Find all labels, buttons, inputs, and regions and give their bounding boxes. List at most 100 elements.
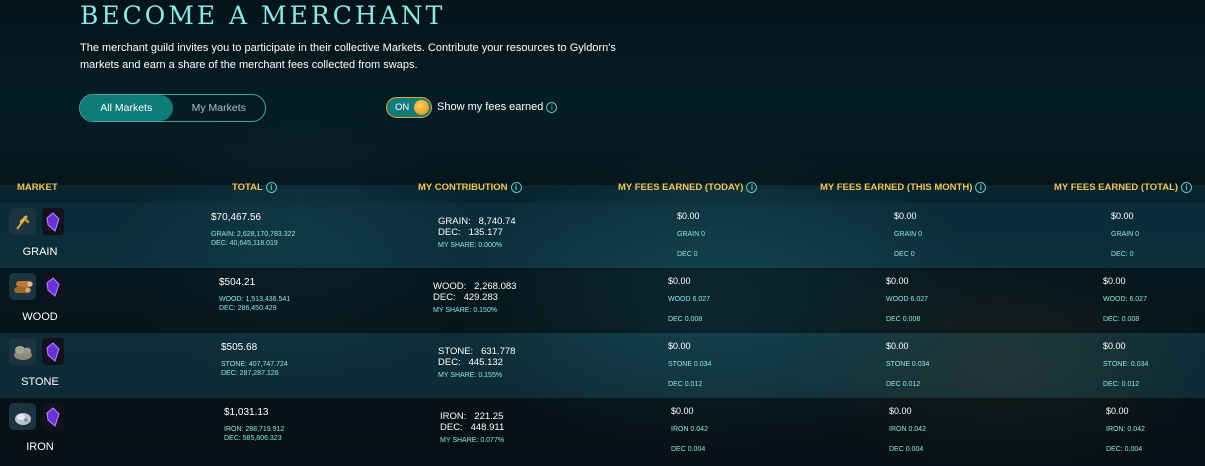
fee-usd: $0.00 bbox=[671, 406, 694, 416]
contrib-dec: DEC: 445.132 bbox=[438, 357, 503, 368]
grain-icon bbox=[9, 208, 36, 235]
header-fees-month: MY FEES EARNED (THIS MONTH) i bbox=[820, 182, 987, 193]
fees-today-cell: $0.00 STONE 0.034 DEC 0.012 bbox=[668, 341, 711, 388]
total-resource: GRAIN: 2,628,170,783.322 bbox=[211, 231, 296, 238]
fee-dec: DEC: 0 bbox=[1111, 251, 1134, 258]
total-resource: IRON: 288,719.912 bbox=[224, 426, 285, 433]
fee-resource: IRON 0.042 bbox=[889, 426, 926, 433]
market-name: STONE bbox=[21, 376, 59, 388]
my-share: MY SHARE: 0.155% bbox=[438, 372, 503, 379]
fee-resource: WOOD 6.027 bbox=[886, 296, 929, 303]
info-icon[interactable]: i bbox=[510, 182, 522, 193]
fee-usd: $0.00 bbox=[886, 341, 909, 351]
total-dec: DEC: 585,806.323 bbox=[224, 435, 282, 442]
fee-dec: DEC 0.012 bbox=[886, 381, 921, 388]
fee-resource: GRAIN 0 bbox=[677, 231, 706, 238]
my-share: MY SHARE: 0.150% bbox=[433, 307, 498, 314]
fees-today-cell: $0.00 GRAIN 0 DEC 0 bbox=[677, 211, 705, 258]
my-share: MY SHARE: 0.077% bbox=[440, 437, 505, 444]
market-filter-toggle: All Markets My Markets bbox=[79, 94, 266, 122]
fee-resource: STONE 0.034 bbox=[668, 361, 712, 368]
stone-icon bbox=[9, 338, 36, 365]
contrib-dec: DEC: 135.177 bbox=[438, 227, 503, 238]
iron-icon bbox=[9, 403, 36, 430]
header-fees-total: MY FEES EARNED (TOTAL) i bbox=[1054, 182, 1193, 193]
contrib-dec: DEC: 429.283 bbox=[433, 292, 498, 303]
intro-text: The merchant guild invites you to partic… bbox=[80, 42, 616, 71]
fees-total-cell: $0.00 WOOD: 6.027 DEC: 0.008 bbox=[1103, 276, 1147, 323]
fee-usd: $0.00 bbox=[668, 341, 691, 351]
market-name: WOOD bbox=[22, 311, 58, 323]
fees-total-cell: $0.00 STONE: 0.034 DEC: 0.012 bbox=[1103, 341, 1148, 388]
total-dec: DEC: 40,645,118.019 bbox=[211, 240, 278, 247]
fee-usd: $0.00 bbox=[894, 211, 917, 221]
total-dec: DEC: 286,450.429 bbox=[219, 305, 277, 312]
fee-usd: $0.00 bbox=[886, 276, 909, 286]
fee-usd: $0.00 bbox=[1103, 341, 1126, 351]
table-row[interactable]: WOOD $504.21 WOOD: 1,513,436.541 DEC: 28… bbox=[0, 268, 1205, 333]
all-markets-tab[interactable]: All Markets bbox=[80, 95, 173, 121]
total-resource: WOOD: 1,513,436.541 bbox=[219, 296, 291, 303]
contrib-resource: WOOD: 2,268.083 bbox=[433, 281, 517, 292]
fee-dec: DEC: 0.004 bbox=[1106, 446, 1143, 453]
fee-usd: $0.00 bbox=[1106, 406, 1129, 416]
fee-resource: WOOD 6.027 bbox=[668, 296, 711, 303]
fee-resource: STONE 0.034 bbox=[886, 361, 930, 368]
fee-resource: STONE: 0.034 bbox=[1103, 361, 1149, 368]
fee-dec: DEC 0.004 bbox=[889, 446, 924, 453]
fee-usd: $0.00 bbox=[1111, 211, 1134, 221]
show-fees-label: Show my fees earned i bbox=[437, 101, 558, 113]
table-row[interactable]: IRON $1,031.13 IRON: 288,719.912 DEC: 58… bbox=[0, 398, 1205, 466]
fee-dec: DEC: 0.012 bbox=[1103, 381, 1140, 388]
dec-crystal-icon bbox=[42, 208, 64, 235]
total-usd: $505.68 bbox=[221, 342, 258, 353]
switch-knob bbox=[414, 100, 429, 115]
table-row[interactable]: STONE $505.68 STONE: 407,747.724 DEC: 28… bbox=[0, 333, 1205, 398]
info-icon[interactable]: i bbox=[1181, 182, 1193, 193]
total-usd: $70,467.56 bbox=[211, 212, 262, 223]
fee-dec: DEC 0 bbox=[894, 251, 915, 258]
market-name: IRON bbox=[26, 441, 54, 453]
fees-month-cell: $0.00 GRAIN 0 DEC 0 bbox=[894, 211, 922, 258]
fee-resource: GRAIN 0 bbox=[894, 231, 923, 238]
dec-crystal-icon bbox=[42, 338, 64, 365]
header-market: MARKET bbox=[17, 182, 58, 193]
fee-dec: DEC: 0.008 bbox=[1103, 316, 1140, 323]
fee-resource: WOOD: 6.027 bbox=[1103, 296, 1147, 303]
info-icon[interactable]: i bbox=[975, 182, 987, 193]
page-title: BECOME A MERCHANT bbox=[80, 1, 446, 30]
contrib-resource: GRAIN: 8,740.74 bbox=[438, 216, 516, 227]
fee-usd: $0.00 bbox=[1103, 276, 1126, 286]
fee-usd: $0.00 bbox=[668, 276, 691, 286]
total-usd: $504.21 bbox=[219, 277, 256, 288]
show-fees-switch[interactable]: ON bbox=[386, 97, 432, 118]
fees-today-cell: $0.00 IRON 0.042 DEC 0.004 bbox=[671, 406, 708, 453]
info-icon[interactable]: i bbox=[746, 182, 758, 193]
fees-month-cell: $0.00 IRON 0.042 DEC 0.004 bbox=[889, 406, 926, 453]
fees-total-cell: $0.00 IRON: 0.042 DEC: 0.004 bbox=[1106, 406, 1145, 453]
fees-today-cell: $0.00 WOOD 6.027 DEC 0.008 bbox=[668, 276, 710, 323]
fee-resource: GRAIN 0 bbox=[1111, 231, 1140, 238]
table-row[interactable]: GRAIN $70,467.56 GRAIN: 2,628,170,783.32… bbox=[0, 203, 1205, 268]
fee-resource: IRON 0.042 bbox=[671, 426, 708, 433]
fee-usd: $0.00 bbox=[889, 406, 912, 416]
fee-dec: DEC 0.004 bbox=[671, 446, 706, 453]
fees-month-cell: $0.00 WOOD 6.027 DEC 0.008 bbox=[886, 276, 928, 323]
my-share: MY SHARE: 0.000% bbox=[438, 242, 503, 249]
total-usd: $1,031.13 bbox=[224, 407, 269, 418]
fee-dec: DEC 0 bbox=[677, 251, 698, 258]
contrib-resource: STONE: 631.778 bbox=[438, 346, 516, 357]
market-name: GRAIN bbox=[22, 246, 58, 258]
contrib-dec: DEC: 448.911 bbox=[440, 422, 505, 433]
info-icon[interactable]: i bbox=[546, 101, 558, 113]
show-fees-text: Show my fees earned bbox=[437, 101, 544, 113]
dec-crystal-icon bbox=[42, 273, 64, 300]
my-markets-tab[interactable]: My Markets bbox=[173, 95, 266, 121]
fees-month-cell: $0.00 STONE 0.034 DEC 0.012 bbox=[886, 341, 929, 388]
dec-crystal-icon bbox=[42, 403, 64, 430]
fee-dec: DEC 0.012 bbox=[668, 381, 703, 388]
fee-dec: DEC 0.008 bbox=[668, 316, 703, 323]
total-dec: DEC: 287,287.126 bbox=[221, 370, 279, 377]
info-icon[interactable]: i bbox=[265, 182, 277, 193]
header-total: TOTAL i bbox=[232, 182, 277, 193]
